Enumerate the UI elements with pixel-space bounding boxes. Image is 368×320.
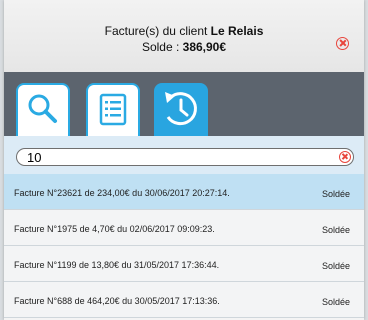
invoice-description: Facture N°1199 de 13,80€ du 31/05/2017 1… xyxy=(14,260,220,270)
invoice-status: Soldée xyxy=(321,225,350,235)
clear-search-icon[interactable] xyxy=(339,151,351,163)
header: Facture(s) du client Le Relais Solde : 3… xyxy=(4,0,364,72)
tab-history[interactable] xyxy=(154,83,208,136)
invoice-description: Facture N°688 de 464,20€ du 30/05/2017 1… xyxy=(14,296,220,306)
title-prefix: Facture(s) du client xyxy=(104,24,208,38)
search-input[interactable]: 10 xyxy=(16,148,354,166)
history-icon xyxy=(165,92,197,126)
invoice-row[interactable]: Facture N°23621 de 234,00€ du 30/06/2017… xyxy=(4,174,364,210)
invoice-description: Facture N°23621 de 234,00€ du 30/06/2017… xyxy=(14,188,230,198)
invoice-row[interactable]: Facture N°1199 de 13,80€ du 31/05/2017 1… xyxy=(4,246,364,282)
invoice-status: Soldée xyxy=(321,297,350,307)
page-title: Facture(s) du client Le Relais xyxy=(4,24,364,38)
invoice-description: Facture N°1975 de 4,70€ du 02/06/2017 09… xyxy=(14,224,215,234)
balance-line: Solde : 386,90€ xyxy=(4,40,364,54)
list-icon xyxy=(99,93,127,126)
client-name: Le Relais xyxy=(210,24,264,38)
search-value: 10 xyxy=(27,150,42,165)
search-row: 10 xyxy=(4,136,364,174)
invoice-list: Facture N°23621 de 234,00€ du 30/06/2017… xyxy=(4,174,364,318)
balance-label: Solde : xyxy=(141,40,180,54)
tab-bar xyxy=(4,72,364,136)
tab-search[interactable] xyxy=(16,83,70,136)
close-icon[interactable] xyxy=(336,37,349,50)
search-icon xyxy=(28,94,57,123)
invoice-row[interactable]: Facture N°688 de 464,20€ du 30/05/2017 1… xyxy=(4,282,364,318)
invoice-status: Soldée xyxy=(321,261,350,271)
balance-value: 386,90€ xyxy=(182,40,227,54)
tab-list[interactable] xyxy=(86,83,140,136)
client-invoices-panel: Facture(s) du client Le Relais Solde : 3… xyxy=(4,0,364,320)
invoice-row[interactable]: Facture N°1975 de 4,70€ du 02/06/2017 09… xyxy=(4,210,364,246)
invoice-status: Soldée xyxy=(321,189,350,199)
